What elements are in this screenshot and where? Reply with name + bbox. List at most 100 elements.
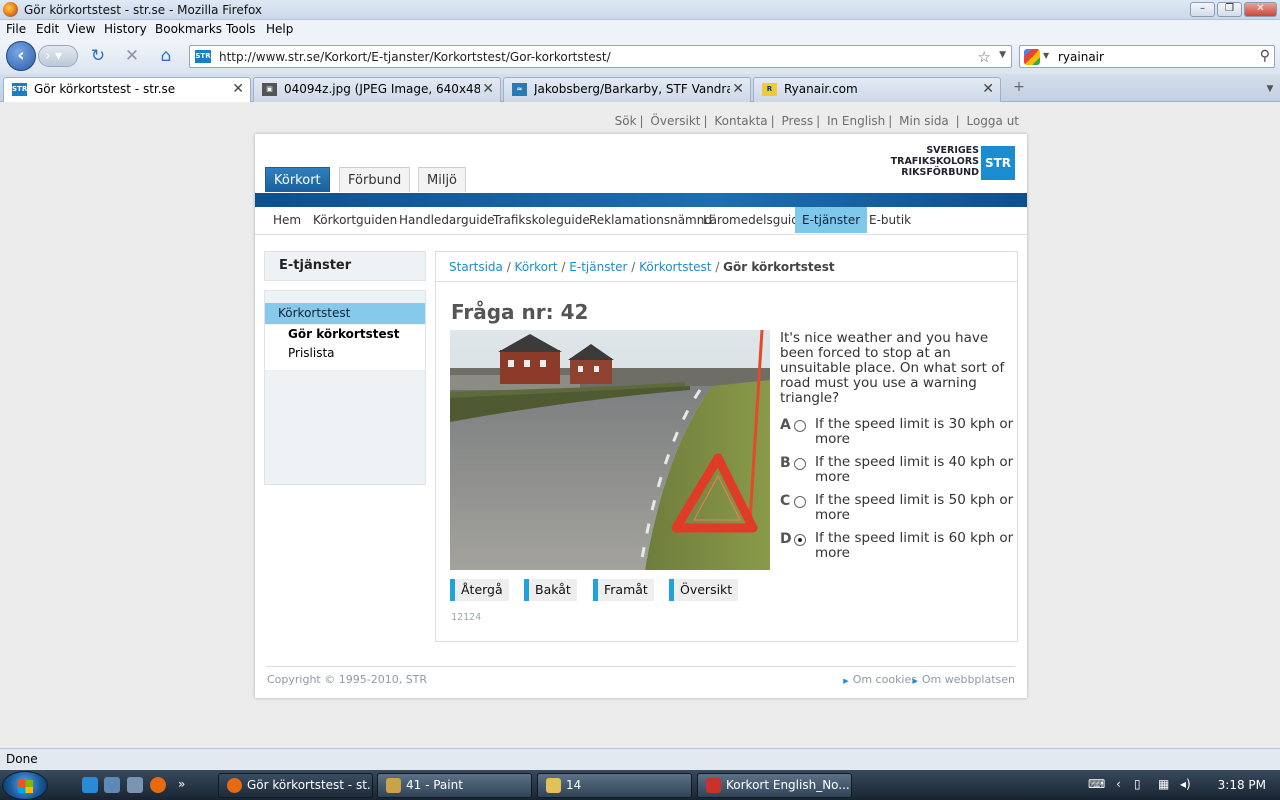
util-link-kontakta[interactable]: Kontakta [714, 114, 767, 128]
option-radio[interactable] [794, 496, 806, 508]
answer-option-d[interactable]: D If the speed limit is 60 kph or more [780, 528, 1016, 562]
site-header: Körkort Förbund Miljö SVERIGES TRAFIKSKO… [255, 134, 1027, 194]
switch-windows-icon[interactable] [127, 777, 143, 793]
answer-option-b[interactable]: B If the speed limit is 40 kph or more [780, 452, 1016, 486]
sidebar-item-prislista[interactable]: Prislista [288, 346, 335, 360]
crumb-e-tjanster[interactable]: E-tjänster [569, 260, 627, 274]
crumb-startsida[interactable]: Startsida [449, 260, 503, 274]
util-link-logout[interactable]: Logga ut [966, 114, 1019, 128]
menu-history[interactable]: History [104, 22, 147, 36]
power-icon[interactable]: ▯ [1134, 777, 1141, 791]
bookmark-star-icon[interactable]: ☆ [978, 48, 991, 66]
subnav-trafikskoleguide[interactable]: Trafikskoleguide [486, 207, 597, 233]
question-number: Fråga nr: 42 [451, 300, 589, 324]
option-text[interactable]: If the speed limit is 30 kph or more [815, 417, 1015, 447]
search-input[interactable]: ryainair [1058, 50, 1104, 64]
sidebar-item-gor-korkortstest[interactable]: Gör körkortstest [288, 327, 399, 341]
search-icon[interactable]: ⚲ [1260, 48, 1270, 64]
tab-miljo[interactable]: Miljö [418, 167, 467, 192]
menu-file[interactable]: File [6, 22, 26, 36]
tab-jpeg[interactable]: ▣ 04094z.jpg (JPEG Image, 640x480 pix...… [253, 77, 501, 102]
ie-icon[interactable] [82, 777, 98, 793]
option-text[interactable]: If the speed limit is 60 kph or more [815, 531, 1015, 561]
option-radio[interactable] [794, 458, 806, 470]
answer-option-a[interactable]: A If the speed limit is 30 kph or more [780, 414, 1016, 448]
close-window-button[interactable]: ✕ [1244, 2, 1277, 17]
subnav-e-butik[interactable]: E-butik [862, 207, 918, 233]
menu-bookmarks[interactable]: Bookmarks [155, 22, 222, 36]
util-link-english[interactable]: In English [827, 114, 885, 128]
tab-label: Gör körkortstest - str.se [34, 82, 176, 96]
show-desktop-icon[interactable] [104, 777, 120, 793]
option-text[interactable]: If the speed limit is 50 kph or more [815, 493, 1015, 523]
tab-list-button[interactable]: ▼ [1262, 79, 1278, 99]
site-footer: Copyright © 1995-2010, STR ▶ Om cookies ▶… [266, 666, 1015, 692]
google-icon[interactable] [1024, 49, 1040, 65]
util-link-min-sida[interactable]: Min sida [899, 114, 949, 128]
crumb-korkort[interactable]: Körkort [515, 260, 558, 274]
menu-edit[interactable]: Edit [36, 22, 59, 36]
taskbar-pdf[interactable]: Korkort English_No... [697, 773, 852, 798]
tab-korkort[interactable]: Körkort [265, 167, 330, 192]
aterga-button[interactable]: Återgå [450, 579, 509, 601]
str-logo[interactable]: SVERIGES TRAFIKSKOLORS RIKSFÖRBUND STR [887, 142, 1015, 180]
close-tab-icon[interactable]: ✕ [482, 81, 494, 97]
close-tab-icon[interactable]: ✕ [982, 81, 994, 97]
minimize-button[interactable]: – [1190, 2, 1215, 17]
subnav-e-tjanster[interactable]: E-tjänster [795, 207, 868, 233]
volume-icon[interactable]: ◂) [1180, 777, 1191, 791]
menu-view[interactable]: View [67, 22, 95, 36]
option-radio-selected[interactable] [794, 534, 806, 546]
menu-help[interactable]: Help [266, 22, 293, 36]
paint-icon [386, 778, 401, 793]
maximize-button[interactable]: ❐ [1217, 2, 1242, 17]
start-button[interactable] [2, 771, 48, 800]
url-dropdown-icon[interactable]: ▼ [999, 50, 1006, 60]
option-radio[interactable] [794, 420, 806, 432]
menu-tools[interactable]: Tools [226, 22, 256, 36]
crumb-korkortstest[interactable]: Körkortstest [639, 260, 711, 274]
framat-button[interactable]: Framåt [593, 579, 654, 601]
close-tab-icon[interactable]: ✕ [232, 81, 244, 97]
reload-icon[interactable]: ↻ [88, 46, 108, 66]
oversikt-button[interactable]: Översikt [669, 579, 739, 601]
footer-link-webbplatsen[interactable]: ▶ Om webbplatsen [912, 669, 1015, 692]
option-text[interactable]: If the speed limit is 40 kph or more [815, 455, 1015, 485]
bakat-button[interactable]: Bakåt [524, 579, 577, 601]
back-button[interactable]: ‹ [6, 41, 36, 71]
close-tab-icon[interactable]: ✕ [732, 81, 744, 97]
network-icon[interactable]: ▦ [1158, 777, 1169, 791]
clock[interactable]: 3:18 PM [1218, 778, 1266, 792]
footer-link-cookies[interactable]: ▶ Om cookies [843, 669, 917, 692]
taskbar-firefox[interactable]: Gör körkortstest - st... [218, 773, 373, 798]
util-link-press[interactable]: Press [782, 114, 814, 128]
url-text[interactable]: http://www.str.se/Korkort/E-tjanster/Kor… [219, 50, 611, 64]
tab-forbund[interactable]: Förbund [339, 167, 411, 192]
new-tab-button[interactable]: + [1005, 79, 1033, 99]
tab-str[interactable]: STR Gör körkortstest - str.se ✕ [3, 77, 251, 103]
util-link-oversikt[interactable]: Översikt [650, 114, 700, 128]
search-box[interactable]: ▼ ryainair ⚲ [1019, 45, 1275, 68]
home-icon[interactable]: ⌂ [156, 46, 176, 66]
answer-option-c[interactable]: C If the speed limit is 50 kph or more [780, 490, 1016, 524]
forward-button[interactable]: › ▾ [38, 45, 78, 67]
tab-ryanair[interactable]: R Ryanair.com ✕ [753, 77, 1001, 102]
subnav-korkortguiden[interactable]: Körkortguiden [306, 207, 404, 233]
sub-navigation: Hem Körkortguiden Handledarguide Trafiks… [255, 207, 1027, 235]
sidebar-item-korkortstest[interactable]: Körkortstest [265, 303, 425, 324]
util-link-sok[interactable]: Sök [615, 114, 637, 128]
address-bar[interactable]: STR http://www.str.se/Korkort/E-tjanster… [189, 45, 1012, 68]
quicklaunch-more-icon[interactable]: » [178, 777, 194, 793]
tab-jakobsberg[interactable]: ≈ Jakobsberg/Barkarby, STF Vandrarh... ✕ [503, 77, 751, 102]
stf-favicon: ≈ [512, 83, 527, 96]
keyboard-icon[interactable]: ⌨ [1088, 777, 1105, 791]
site-favicon: STR [195, 50, 211, 63]
stop-icon[interactable]: ✕ [122, 46, 142, 66]
taskbar-paint[interactable]: 41 - Paint [377, 773, 532, 798]
engine-dropdown-icon[interactable]: ▼ [1043, 51, 1049, 60]
taskbar-folder[interactable]: 14 [537, 773, 692, 798]
subnav-hem[interactable]: Hem [266, 207, 308, 233]
tray-expand-icon[interactable]: ‹ [1116, 777, 1121, 791]
firefox-quicklaunch-icon[interactable] [150, 777, 166, 793]
option-letter: B [780, 455, 791, 471]
